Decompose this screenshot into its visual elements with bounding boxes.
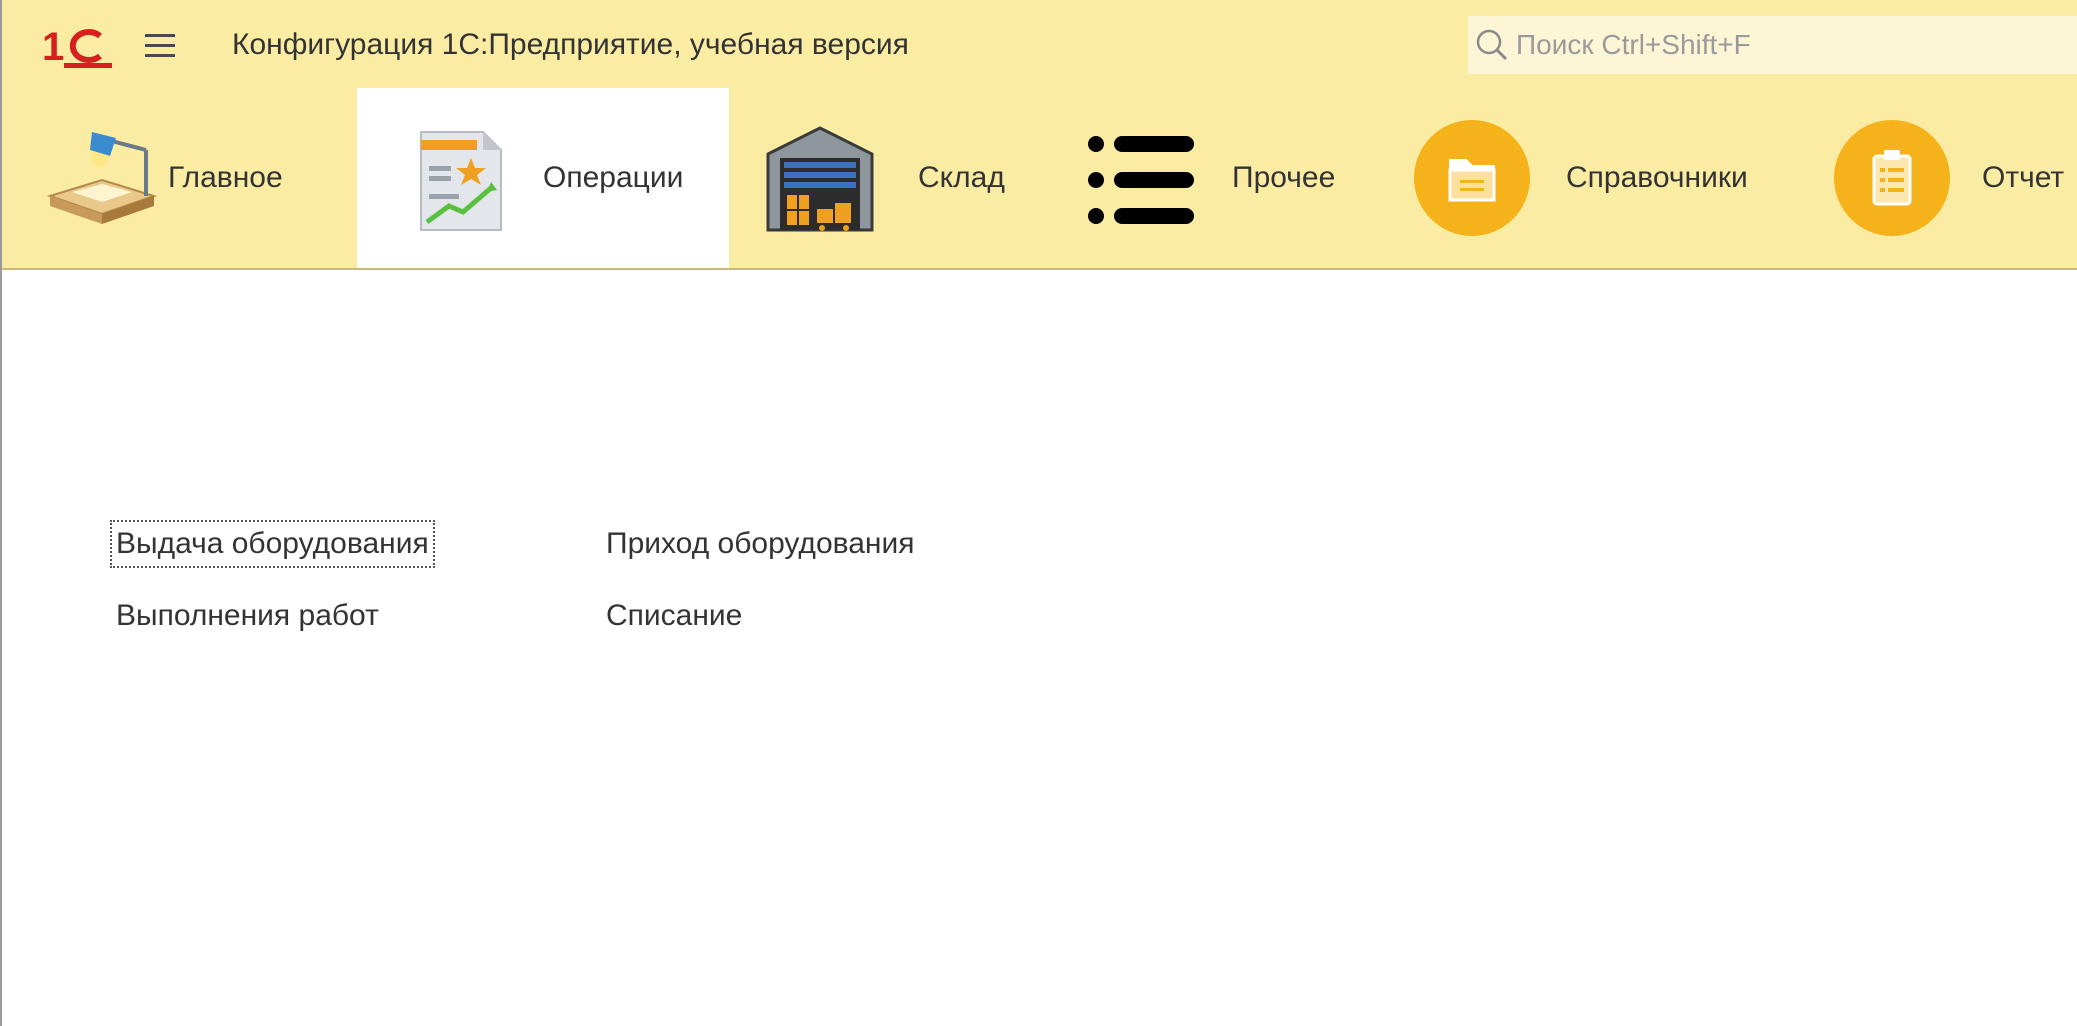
command-write-off[interactable]: Списание xyxy=(602,594,746,638)
content-area: Выдача оборудования Приход оборудования … xyxy=(2,270,2077,1026)
list-icon xyxy=(1082,118,1202,238)
command-work-completion[interactable]: Выполнения работ xyxy=(112,594,383,638)
hamburger-menu-icon[interactable] xyxy=(142,30,182,60)
search-icon xyxy=(1476,29,1508,61)
command-equipment-receipt[interactable]: Приход оборудования xyxy=(602,522,918,566)
section-label: Склад xyxy=(918,161,1005,194)
section-catalogs[interactable]: Справочники xyxy=(1412,88,1792,268)
clipboard-icon xyxy=(1832,118,1952,238)
section-label: Прочее xyxy=(1232,161,1336,194)
app-title: Конфигурация 1С:Предприятие, учебная вер… xyxy=(232,28,909,61)
section-operations[interactable]: Операции xyxy=(357,88,729,268)
title-bar: 1 Конфигурация 1С:Предприятие, учебная в… xyxy=(2,0,2077,89)
folder-icon xyxy=(1412,118,1532,238)
section-label: Операции xyxy=(543,161,684,194)
search-input[interactable] xyxy=(1514,24,2058,66)
desk-lamp-icon xyxy=(42,118,162,238)
svg-text:1: 1 xyxy=(42,25,64,68)
section-warehouse[interactable]: Склад xyxy=(762,88,1022,268)
section-main[interactable]: Главное xyxy=(42,88,342,268)
section-other[interactable]: Прочее xyxy=(1082,88,1382,268)
command-equipment-issue[interactable]: Выдача оборудования xyxy=(110,520,435,568)
section-label: Справочники xyxy=(1566,161,1748,194)
1c-logo-icon[interactable]: 1 xyxy=(42,24,114,68)
app-window: 1 Конфигурация 1С:Предприятие, учебная в… xyxy=(0,0,2077,1026)
sections-panel: Главное Операции Склад Прочее Справочник… xyxy=(2,88,2077,270)
search-box[interactable] xyxy=(1468,16,2077,74)
document-chart-icon xyxy=(397,118,517,238)
section-label: Главное xyxy=(168,161,283,194)
section-report[interactable]: Отчет xyxy=(1832,88,2077,268)
warehouse-icon xyxy=(762,118,882,238)
section-label: Отчет xyxy=(1982,161,2065,194)
